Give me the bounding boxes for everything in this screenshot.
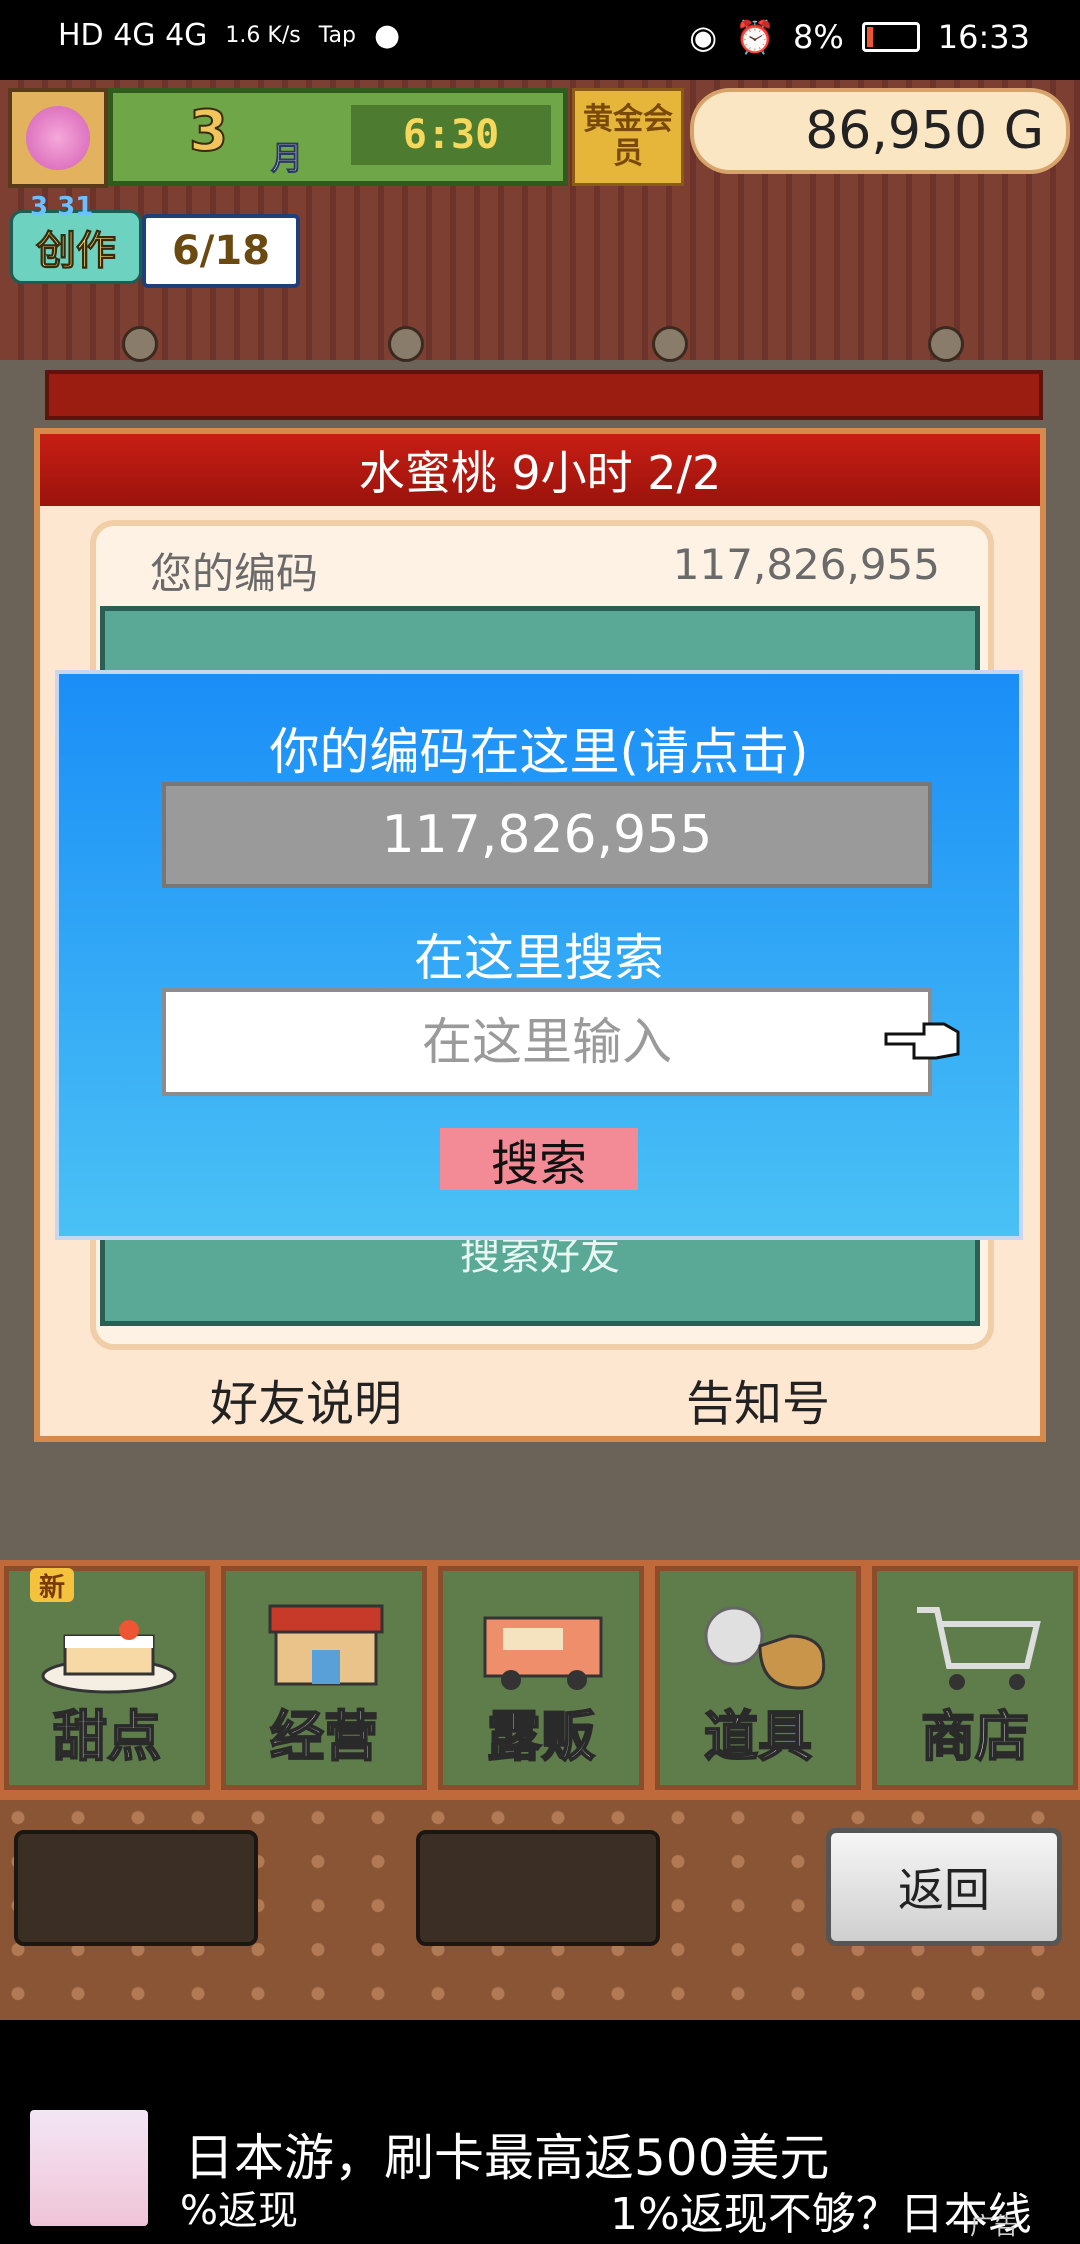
roof-lamp: [388, 326, 424, 362]
eye-icon: ◉: [689, 18, 718, 56]
panel-title: 水蜜桃 9小时 2/2: [40, 434, 1040, 506]
roof-lamp: [928, 326, 964, 362]
panel-links: 好友说明 告知号: [40, 1360, 1040, 1440]
friend-help-link[interactable]: 好友说明: [210, 1364, 402, 1434]
gold-member-badge[interactable]: 黄金会员: [572, 88, 684, 186]
create-progress[interactable]: 创作 3 31 6/18: [10, 192, 300, 288]
status-left: HD 4G 4G 1.6 K/s Tap ●: [58, 18, 400, 53]
shop-icon: [256, 1591, 396, 1701]
pointing-hand-icon: [884, 1022, 960, 1060]
ad-tag: 广告: [970, 2212, 1018, 2240]
notice-link[interactable]: 告知号: [686, 1364, 830, 1434]
your-code-row: 您的编码 117,826,955: [110, 540, 940, 598]
dialog-heading: 你的编码在这里(请点击): [269, 723, 809, 781]
shopping-cart-icon: [907, 1591, 1047, 1701]
empty-slot: [416, 1830, 660, 1946]
menu-manage[interactable]: 经营: [221, 1566, 427, 1790]
item-bag-icon: [690, 1591, 830, 1701]
back-button[interactable]: 返回: [826, 1828, 1062, 1946]
date-time-panel: 3 月 6:30: [108, 88, 568, 186]
net-speed: 1.6 K/s: [225, 23, 301, 48]
food-truck-icon: [473, 1591, 613, 1701]
battery-percent: 8%: [793, 18, 844, 56]
code-box[interactable]: 117,826,955: [162, 782, 932, 888]
battery-icon: [861, 22, 920, 52]
empty-slot: [14, 1830, 258, 1946]
status-bar: HD 4G 4G 1.6 K/s Tap ● ◉ ⏰ 8% 16:33: [0, 0, 1080, 80]
menu-manage-label: 经营: [269, 1704, 379, 1769]
create-progress-bar: 6/18: [142, 214, 300, 288]
your-code-value: 117,826,955: [672, 540, 940, 589]
tap-indicator: Tap: [318, 23, 356, 48]
clock: 16:33: [937, 18, 1030, 56]
ad-subtitle[interactable]: %返现: [180, 2178, 298, 2236]
money-display: 86,950 G: [690, 88, 1070, 174]
menu-store[interactable]: 商店: [872, 1566, 1078, 1790]
roof-lamp: [652, 326, 688, 362]
blossom-icon: [26, 106, 90, 170]
network-indicator: HD 4G 4G: [58, 18, 208, 53]
search-input[interactable]: [162, 988, 932, 1096]
game-clock: 6:30: [351, 105, 551, 165]
month-unit: 月: [270, 139, 304, 178]
wechat-icon: ●: [373, 18, 401, 53]
search-button[interactable]: 搜索: [440, 1128, 638, 1191]
search-heading: 在这里搜索: [414, 929, 664, 987]
menu-dessert-label: 甜点: [52, 1704, 162, 1769]
menu-items[interactable]: 道具: [655, 1566, 861, 1790]
month-value: 3: [188, 98, 229, 165]
ad-subtitle-2[interactable]: 1%返现不够？日本线: [610, 2178, 1032, 2242]
menu-stall[interactable]: 露贩: [438, 1566, 644, 1790]
new-badge: 新: [30, 1568, 74, 1603]
menu-store-label: 商店: [920, 1704, 1030, 1769]
create-nums: 3 31: [30, 192, 94, 222]
ad-thumbnail[interactable]: [30, 2110, 148, 2226]
roof-lamp: [122, 326, 158, 362]
menu-items-label: 道具: [703, 1704, 813, 1769]
season-icon[interactable]: [8, 88, 108, 188]
alarm-icon: ⏰: [735, 18, 776, 56]
your-code-label: 您的编码: [150, 549, 319, 598]
status-right: ◉ ⏰ 8% 16:33: [689, 18, 1030, 56]
menu-stall-label: 露贩: [486, 1704, 596, 1769]
cake-icon: [39, 1591, 179, 1701]
roof-band: [45, 370, 1043, 420]
